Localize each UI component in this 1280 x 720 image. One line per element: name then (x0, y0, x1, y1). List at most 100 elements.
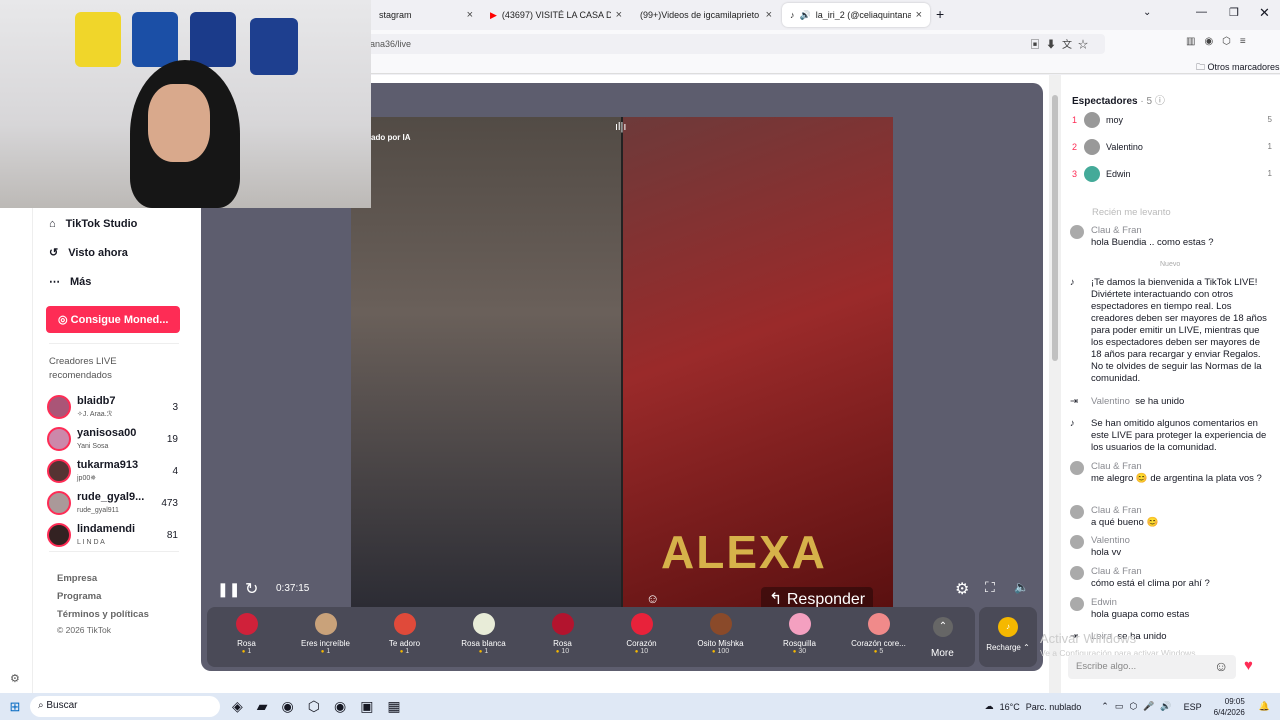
minimize-button[interactable]: — (1196, 6, 1207, 18)
gift-item[interactable]: Te adoro1 (365, 607, 444, 667)
gift-icon (630, 613, 653, 635)
scrollbar-thumb[interactable] (1052, 95, 1058, 361)
chat-message: Valentino hola vv (1070, 535, 1270, 559)
weather-icon: ☁ (984, 701, 994, 711)
tab-videos[interactable]: (99+)Videos de igcamilaprieto (× (632, 3, 780, 27)
avatar (1070, 597, 1084, 611)
close-window-button[interactable]: ✕ (1259, 5, 1270, 21)
join-icon: ⇥ (1070, 396, 1078, 407)
tab-instagram[interactable]: stagram × (371, 3, 481, 27)
tab-youtube[interactable]: ▶(43697) VISITÉ LA CASA DE SOF× (482, 3, 630, 27)
refresh-button[interactable]: ↻ (245, 579, 258, 599)
chat-message: ♪ Se han omitido algunos comentarios en e… (1070, 418, 1267, 453)
gift-icon (867, 613, 890, 635)
gift-item[interactable]: Corazón core...5 (839, 607, 918, 667)
start-button[interactable]: ⊞ (0, 699, 30, 715)
address-bar-icons[interactable]: ▣⬇文☆ (1030, 36, 1094, 51)
close-tab-icon[interactable]: × (916, 9, 922, 21)
close-tab-icon[interactable]: × (616, 9, 622, 21)
tab-tiktok-live[interactable]: ♪🔊la_iri_2 (@celiaquintana36)× (782, 3, 930, 27)
tab-list-icon[interactable]: ⌄ (1143, 7, 1151, 18)
tray-icons[interactable]: ⌃▭⬡🎤🔊 (1101, 701, 1177, 712)
chat-message: Clau & Fran cómo está el clima por ahí ? (1070, 566, 1270, 590)
gifts-more-arrow-icon[interactable]: ⌃ (933, 617, 953, 637)
creator-item[interactable]: lindamendi L I N D A 81 (33, 519, 198, 551)
coin-icon: ◎ (58, 314, 68, 326)
tiktok-icon: ♪ (1070, 418, 1075, 429)
viewer-item[interactable]: 2 Valentino 1 (1062, 133, 1280, 160)
avatar (1084, 111, 1100, 128)
pause-button[interactable]: ❚❚ (217, 581, 240, 598)
gift-item[interactable]: Eres increíble1 (286, 607, 365, 667)
coin-icon: ♪ (998, 617, 1018, 637)
emoji-icon[interactable]: ☺ (1214, 658, 1228, 674)
avatar (1070, 535, 1084, 549)
avatar (47, 427, 71, 451)
tiktok-icon: ♪ (790, 10, 795, 20)
settings-gear-icon[interactable]: ⚙ (10, 672, 20, 685)
toolbar-icons[interactable]: ▥◉⬡≡ (1186, 36, 1255, 47)
fullscreen-icon[interactable]: ⛶ (985, 579, 995, 596)
heart-icon[interactable]: ♥ (1244, 657, 1253, 674)
volume-icon[interactable]: 🔈 (1014, 580, 1029, 594)
speaker-icon[interactable]: 🔊 (800, 10, 811, 21)
nav-more[interactable]: ⋯ Más (33, 267, 198, 296)
settings-icon[interactable]: ⚙ (955, 579, 969, 599)
avatar (1070, 461, 1084, 475)
gift-icon (314, 613, 337, 635)
close-tab-icon[interactable]: × (467, 9, 473, 21)
gift-icon (472, 613, 495, 635)
close-tab-icon[interactable]: × (766, 9, 772, 21)
creators-list: blaidb7 ✧J. Araa.ℛ 3 yanisosa00 Yani Sosa 19… (33, 391, 198, 551)
taskbar-search[interactable]: ⌕ Buscar (30, 696, 220, 717)
footer-link[interactable]: Programa (57, 588, 149, 606)
url-field[interactable]: ana36/live (340, 34, 1105, 54)
notifications-icon[interactable]: 🔔 (1259, 701, 1270, 712)
nav-tiktok-studio[interactable]: ⌂ TikTok Studio (33, 209, 198, 238)
studio-icon: ⌂ (49, 217, 56, 230)
search-icon: ⌕ (38, 700, 44, 711)
faded-message: Recién me levanto (1092, 207, 1171, 218)
jersey-blue (132, 12, 178, 67)
footer-link[interactable]: Empresa (57, 570, 149, 588)
avatar (47, 491, 71, 515)
footer-link[interactable]: Términos y políticas (57, 606, 149, 624)
chat-input[interactable]: Escribe algo... (1068, 655, 1236, 679)
get-coins-button[interactable]: ◎ Consigue Moned... (46, 306, 180, 333)
gift-icon (393, 613, 416, 635)
creator-item[interactable]: yanisosa00 Yani Sosa 19 (33, 423, 198, 455)
recharge-button[interactable]: ♪ Recharge ⌃ (979, 607, 1037, 667)
gift-icon (788, 613, 811, 635)
chat-message: ♪ ¡Te damos la bienvenida a TikTok LIVE! … (1070, 277, 1267, 384)
video-stream[interactable]: ado por IA ıl|ı ALEXA ↰ Responder ☺ (351, 117, 893, 611)
windows-watermark: Activar Windows (1040, 631, 1137, 646)
chat-message: Clau & Fran hola Buendia .. como estas ? (1070, 225, 1270, 249)
gift-icon (551, 613, 574, 635)
gift-item[interactable]: Rosa10 (523, 607, 602, 667)
gift-item[interactable]: Rosquilla30 (760, 607, 839, 667)
viewer-item[interactable]: 1 moy 5 (1062, 106, 1280, 133)
clock[interactable]: 09:05 6/4/2026 (1214, 696, 1245, 718)
emoji-icon[interactable]: ☺ (646, 591, 659, 606)
creator-item[interactable]: blaidb7 ✧J. Araa.ℛ 3 (33, 391, 198, 423)
page-scrollbar[interactable] (1049, 75, 1061, 693)
stream-left-host (351, 117, 621, 607)
gift-item[interactable]: Rosa1 (207, 607, 286, 667)
maximize-button[interactable]: ❐ (1229, 6, 1239, 19)
taskbar-apps[interactable]: ◈▰◉⬡◉▣▦ (232, 698, 415, 715)
creator-item[interactable]: tukarma913 jp00✵ 4 (33, 455, 198, 487)
other-bookmarks[interactable]: 🗀 Otros marcadores (1196, 60, 1280, 76)
more-gifts-button[interactable]: More (931, 648, 954, 659)
avatar (1084, 138, 1100, 155)
gift-icon (235, 613, 258, 635)
gift-item[interactable]: Osito Mishka100 (681, 607, 760, 667)
creator-item[interactable]: rude_gyal9... rude_gyal911 473 (33, 487, 198, 519)
viewer-item[interactable]: 3 Edwin 1 (1062, 160, 1280, 187)
left-strip: ⚙ (0, 208, 33, 693)
gift-item[interactable]: Corazón10 (602, 607, 681, 667)
jersey-navy (190, 12, 236, 67)
gift-item[interactable]: Rosa blanca1 (444, 607, 523, 667)
nav-watch-history[interactable]: ↺ Visto ahora (33, 238, 198, 267)
avatar (1084, 165, 1100, 182)
new-tab-button[interactable]: + (936, 6, 944, 22)
